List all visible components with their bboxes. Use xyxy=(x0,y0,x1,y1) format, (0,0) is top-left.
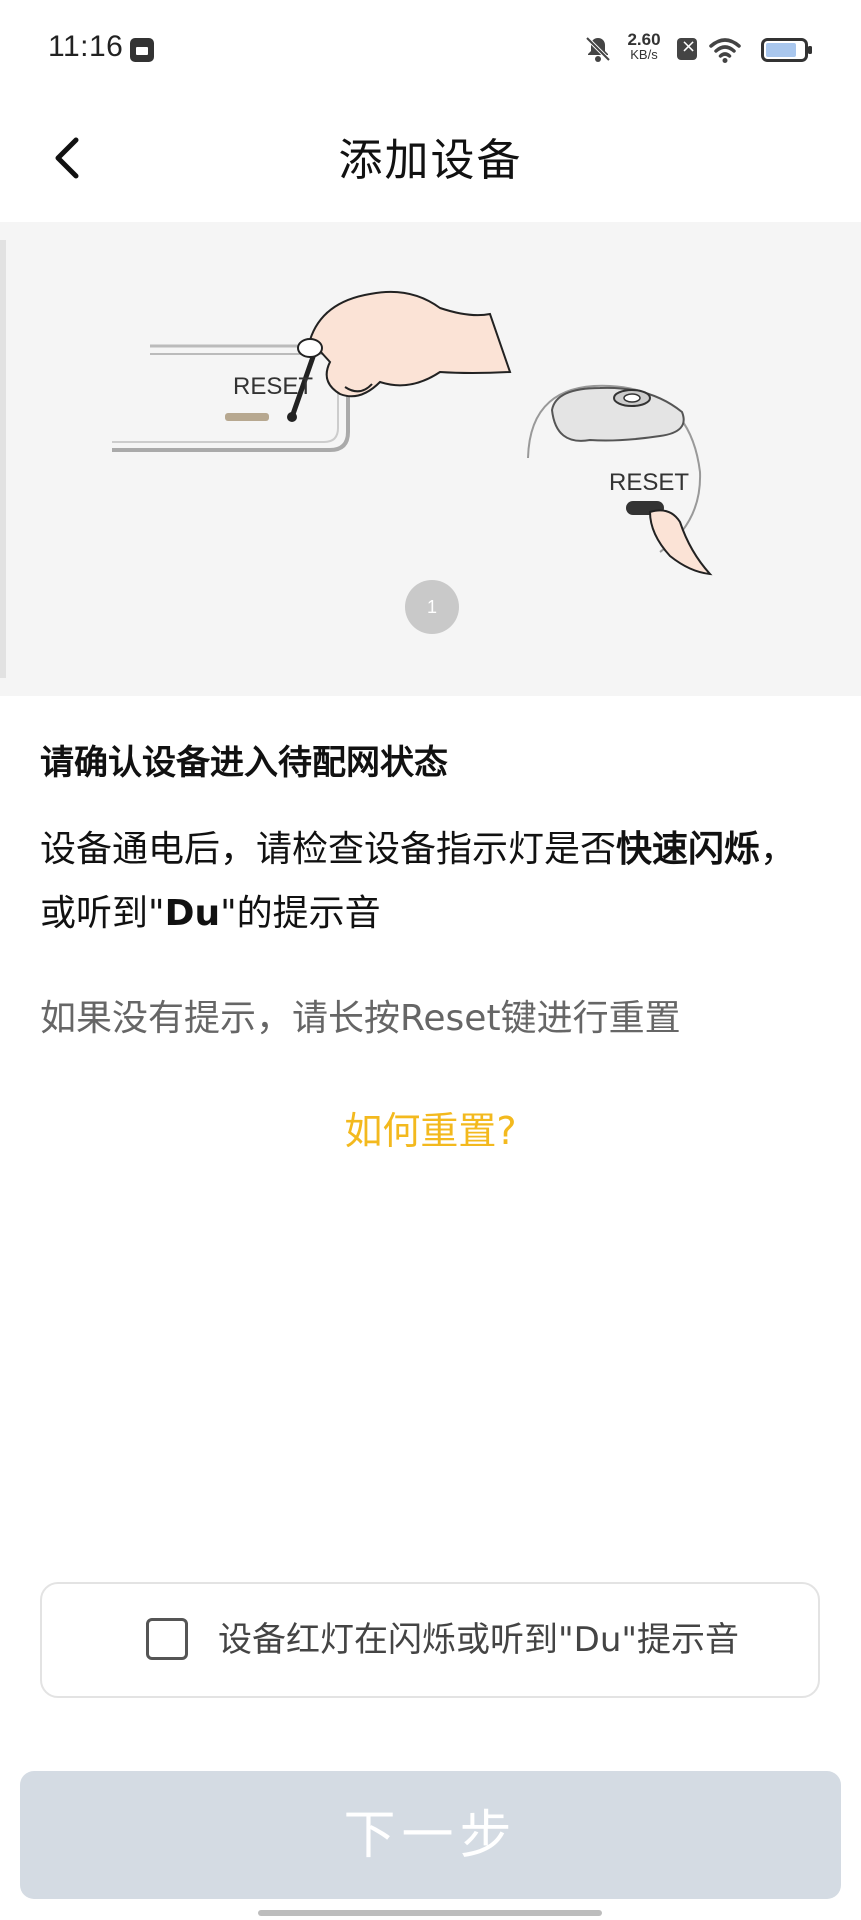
calendar-icon xyxy=(130,38,154,62)
next-step-button[interactable]: 下一步 xyxy=(20,1771,841,1899)
page-indicator: 1 xyxy=(405,580,459,634)
desc-text-3: "的提示音 xyxy=(220,893,381,934)
instructions: 请确认设备进入待配网状态 设备通电后，请检查设备指示灯是否快速闪烁，或听到"Du… xyxy=(40,738,830,1044)
network-speed-unit: KB/s xyxy=(630,47,658,62)
desc-du: Du xyxy=(164,893,221,934)
reset-label-right: RESET xyxy=(609,469,689,496)
page-title: 添加设备 xyxy=(338,135,523,186)
desc-emphasis: 快速闪烁 xyxy=(616,829,761,870)
confirm-status-option[interactable]: 设备红灯在闪烁或听到"Du"提示音 xyxy=(40,1582,820,1698)
app-header: 添加设备 xyxy=(0,96,861,222)
instruction-heading: 请确认设备进入待配网状态 xyxy=(40,743,448,783)
no-sim-icon xyxy=(677,36,697,60)
how-to-reset-link[interactable]: 如何重置? xyxy=(0,1100,861,1155)
network-speed: 2.60 KB/s xyxy=(619,30,669,62)
status-time: 11:16 xyxy=(48,30,124,63)
wifi-icon xyxy=(709,38,741,63)
confirm-label: 设备红灯在闪烁或听到"Du"提示音 xyxy=(218,1620,740,1660)
status-icons: 2.60 KB/s xyxy=(573,30,813,70)
network-speed-value: 2.60 xyxy=(627,30,661,49)
confirm-checkbox[interactable] xyxy=(146,1618,188,1660)
reset-hint: 如果没有提示，请长按Reset键进行重置 xyxy=(40,998,681,1039)
instruction-description: 设备通电后，请检查设备指示灯是否快速闪烁，或听到"Du"的提示音 xyxy=(40,818,830,946)
status-bar: 11:16 2.60 KB/s xyxy=(0,0,861,96)
hand-illustration-left xyxy=(297,290,512,398)
reset-illustration: RESET RESET 1 xyxy=(0,222,861,696)
battery-icon xyxy=(761,38,812,62)
reset-label-left: RESET xyxy=(233,373,313,400)
bell-muted-icon xyxy=(585,36,611,62)
home-indicator[interactable] xyxy=(258,1910,602,1916)
desc-text-1: 设备通电后，请检查设备指示灯是否 xyxy=(40,829,617,870)
